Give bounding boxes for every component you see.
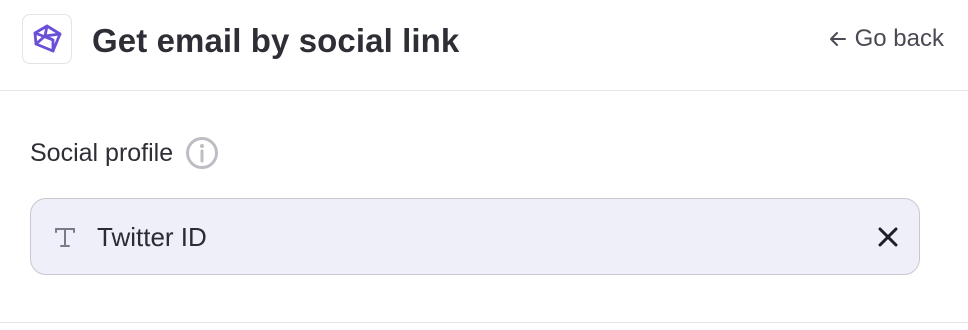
close-icon (878, 227, 898, 247)
info-icon[interactable] (185, 136, 219, 170)
go-back-button[interactable]: Go back (827, 24, 944, 54)
go-back-label: Go back (854, 25, 944, 52)
social-profile-label-row: Social profile (30, 134, 219, 172)
clear-button[interactable] (871, 220, 905, 254)
field-label: Social profile (30, 138, 174, 167)
text-type-icon (51, 223, 79, 251)
page-header: Get email by social link Go back (0, 0, 968, 91)
page: Get email by social link Go back Social … (0, 0, 968, 330)
brand-logo-icon (22, 14, 72, 64)
page-title: Get email by social link (92, 22, 460, 59)
social-profile-field[interactable]: Twitter ID (30, 198, 920, 275)
divider (0, 322, 968, 323)
arrow-left-icon (827, 28, 849, 50)
field-value: Twitter ID (97, 222, 207, 252)
